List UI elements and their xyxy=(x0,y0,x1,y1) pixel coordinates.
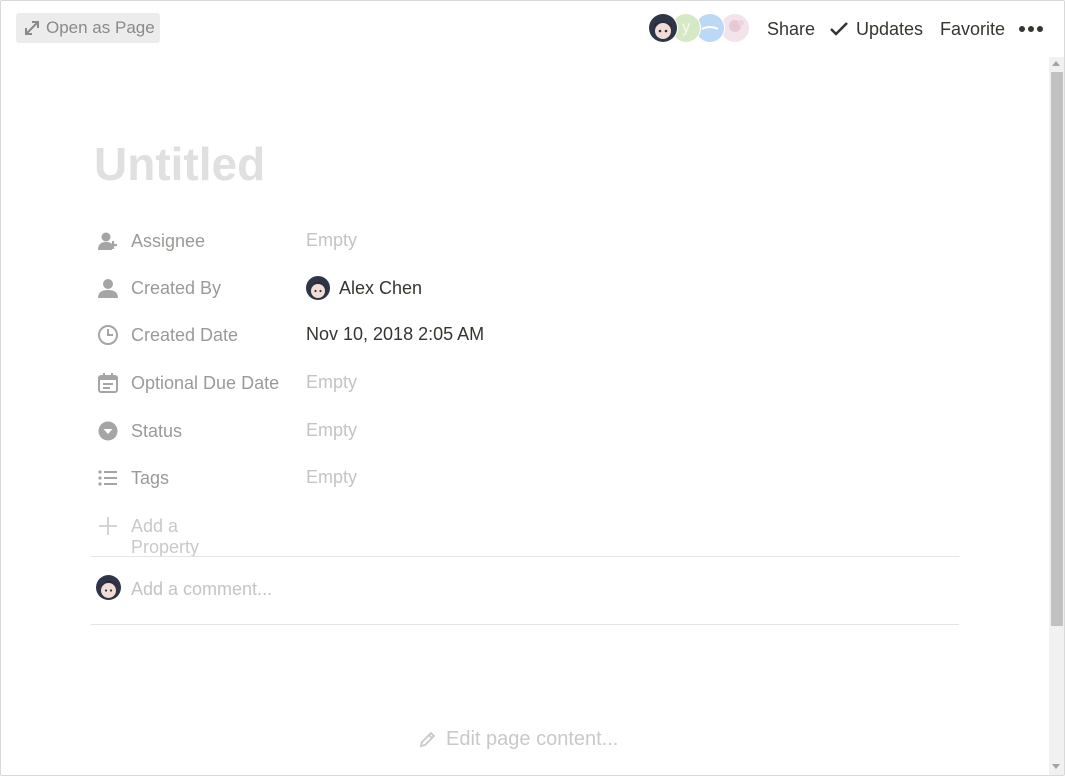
pencil-icon xyxy=(419,731,436,748)
property-label: Tags xyxy=(131,468,170,488)
property-row-status[interactable]: Status Empty xyxy=(97,417,957,447)
property-row-assignee[interactable]: Assignee Empty xyxy=(97,227,957,257)
edit-page-content-button[interactable]: Edit page content... xyxy=(419,727,618,751)
property-label: Created Date xyxy=(131,325,239,345)
favorite-button[interactable]: Favorite xyxy=(940,18,1005,40)
avatar xyxy=(96,575,121,600)
divider xyxy=(91,556,959,557)
calendar-icon xyxy=(98,373,118,393)
person-plus-icon xyxy=(98,232,117,250)
scroll-up-arrow-icon[interactable] xyxy=(1052,61,1060,66)
edit-page-content-label: Edit page content... xyxy=(446,727,619,750)
page-title[interactable]: Untitled xyxy=(94,136,265,192)
clock-icon xyxy=(98,325,118,345)
property-value[interactable]: Empty xyxy=(306,230,357,251)
more-options-icon[interactable] xyxy=(1019,18,1043,40)
user-name: Alex Chen xyxy=(339,278,423,298)
plus-icon xyxy=(99,517,117,535)
share-button[interactable]: Share xyxy=(767,18,815,40)
avatar[interactable] xyxy=(648,13,678,43)
checkmark-icon xyxy=(830,22,848,36)
property-value[interactable]: Empty xyxy=(306,467,357,488)
updates-label: Updates xyxy=(856,19,924,39)
scrollbar-thumb[interactable] xyxy=(1051,72,1063,626)
property-label: Optional Due Date xyxy=(131,373,280,393)
person-icon xyxy=(98,279,118,298)
collaborator-avatars[interactable]: y xyxy=(648,13,750,43)
open-as-page-label: Open as Page xyxy=(46,18,155,37)
property-row-created-by[interactable]: Created By Alex Chen xyxy=(97,274,957,304)
avatar xyxy=(306,276,330,300)
property-label: Assignee xyxy=(131,231,206,251)
comment-input[interactable] xyxy=(131,578,731,600)
select-circle-icon xyxy=(98,421,118,441)
expand-arrow-icon xyxy=(25,21,39,35)
list-icon xyxy=(98,470,117,486)
property-value[interactable]: Empty xyxy=(306,372,357,393)
open-as-page-button[interactable]: Open as Page xyxy=(16,13,160,43)
updates-button[interactable]: Updates xyxy=(830,18,923,40)
property-label: Status xyxy=(131,421,183,441)
add-property-label: Add a Property xyxy=(131,516,200,557)
scroll-down-arrow-icon[interactable] xyxy=(1052,764,1060,769)
property-value: Nov 10, 2018 2:05 AM xyxy=(306,324,485,344)
divider xyxy=(91,624,959,625)
property-label: Created By xyxy=(131,278,222,298)
property-row-optional-due-date[interactable]: Optional Due Date Empty xyxy=(97,369,957,399)
property-value[interactable]: Empty xyxy=(306,420,357,441)
property-row-created-date[interactable]: Created Date Nov 10, 2018 2:05 AM xyxy=(97,321,957,351)
property-row-tags[interactable]: Tags Empty xyxy=(97,464,957,494)
